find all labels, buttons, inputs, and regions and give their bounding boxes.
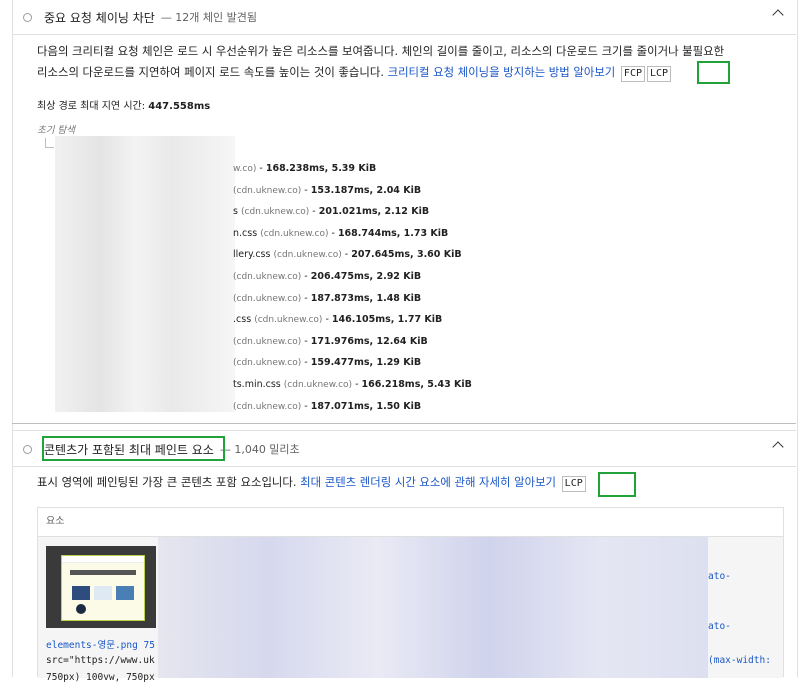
desc-line2: 리소스의 다운로드를 지연하여 페이지 로드 속도를 높이는 것이 좋습니다. — [37, 65, 388, 79]
chain-resource-name: n.css — [233, 227, 258, 239]
blurred-urls — [55, 136, 235, 412]
desc-text: 표시 영역에 페인팅된 가장 큰 콘텐츠 포함 요소입니다. — [37, 475, 301, 489]
code-fragment: ato- — [708, 571, 731, 582]
code-line: src="https://www.uk — [46, 655, 155, 666]
divider — [12, 423, 796, 424]
chain-item: (cdn.uknew.co) - 206.475ms, 2.92 KiB — [233, 271, 422, 282]
max-latency: 최상 경로 최대 지연 시간: 447.558ms — [37, 97, 210, 112]
chain-resource-name: ts.min.css — [233, 379, 281, 390]
chain-host: (cdn.uknew.co) — [233, 185, 302, 196]
divider — [12, 466, 796, 467]
divider — [12, 34, 796, 35]
chain-host: (cdn.uknew.co) — [283, 380, 353, 390]
chain-host: (cdn.uknew.co) — [233, 272, 302, 282]
element-table: 요소 ato- ato- (max-width: elements-영문.png… — [37, 507, 784, 683]
chain-resource-name: llery.css — [233, 249, 271, 261]
audit-description: 표시 영역에 페인팅된 가장 큰 콘텐츠 포함 요소입니다. 최대 콘텐츠 렌더… — [37, 472, 797, 493]
chain-host: (cdn.uknew.co) — [273, 250, 342, 261]
chain-item: (cdn.uknew.co) - 171.976ms, 12.64 KiB — [233, 335, 428, 347]
audit-display-value: — 1,040 밀리초 — [219, 443, 300, 456]
chain-stat: 187.873ms, 1.48 KiB — [310, 292, 422, 304]
chain-stat: 168.238ms, 5.39 KiB — [265, 163, 377, 174]
chain-item: .css (cdn.uknew.co) - 146.105ms, 1.77 Ki… — [233, 314, 443, 326]
chain-item: s (cdn.uknew.co) - 201.021ms, 2.12 KiB — [233, 206, 430, 218]
chain-item: n.css (cdn.uknew.co) - 168.744ms, 1.73 K… — [233, 227, 449, 239]
chain-stat: 168.744ms, 1.73 KiB — [337, 227, 449, 239]
chain-stat: 159.477ms, 1.29 KiB — [310, 357, 422, 369]
status-circle-icon — [23, 444, 32, 454]
tree-connector — [45, 138, 54, 148]
table-header: 요소 — [38, 508, 783, 537]
chain-stat: 146.105ms, 1.77 KiB — [331, 314, 443, 326]
chain-host: (cdn.uknew.co) — [240, 207, 310, 218]
chain-host: (cdn.uknew.co) — [260, 228, 329, 239]
blurred-code — [158, 537, 708, 678]
chain-stat: 206.475ms, 2.92 KiB — [310, 271, 422, 282]
lcp-chip: LCP — [561, 476, 586, 492]
chain-item: (cdn.uknew.co) - 187.873ms, 1.48 KiB — [233, 292, 422, 304]
chain-host: (cdn.uknew.co) — [254, 315, 323, 326]
learn-more-link[interactable]: 크리티컬 요청 체이닝을 방지하는 방법 알아보기 — [388, 65, 616, 79]
chain-host: w.co) — [233, 164, 257, 174]
chain-item: (cdn.uknew.co) - 159.477ms, 1.29 KiB — [233, 357, 422, 369]
chevron-up-icon[interactable] — [772, 441, 784, 453]
highlight-box — [42, 436, 225, 461]
latency-value: 447.558ms — [148, 101, 211, 112]
chain-item: (cdn.uknew.co) - 187.071ms, 1.50 KiB — [233, 400, 422, 412]
audit-title: 중요 요청 체이닝 차단 — [44, 10, 155, 25]
table-row[interactable]: ato- ato- (max-width: elements-영문.png 75… — [38, 537, 783, 683]
code-line: elements-영문.png 75 — [46, 640, 155, 651]
desc-line1: 다음의 크리티컬 요청 체인은 로드 시 우선순위가 높은 리소스를 보여줍니다… — [37, 44, 725, 58]
chain-stat: 166.218ms, 5.43 KiB — [361, 379, 472, 390]
chain-stat: 201.021ms, 2.12 KiB — [318, 206, 430, 218]
chain-host: (cdn.uknew.co) — [233, 336, 302, 347]
chevron-up-icon[interactable] — [772, 9, 784, 21]
learn-more-link[interactable]: 최대 콘텐츠 렌더링 시간 요소에 관해 자세히 알아보기 — [300, 475, 556, 489]
code-fragment: (max-width: — [708, 655, 771, 666]
chain-host: (cdn.uknew.co) — [233, 401, 302, 412]
highlight-box — [697, 61, 730, 84]
highlight-box — [598, 472, 636, 497]
code-line: 750px) 100vw, 750px — [46, 672, 155, 683]
chain-item: ts.min.css (cdn.uknew.co) - 166.218ms, 5… — [233, 379, 472, 390]
element-thumbnail — [46, 546, 156, 628]
code-fragment: ato- — [708, 621, 731, 632]
status-circle-icon — [23, 12, 32, 22]
audit-display-value: — 12개 체인 발견됨 — [160, 11, 258, 24]
chain-host: (cdn.uknew.co) — [233, 293, 302, 304]
lcp-chip: LCP — [646, 66, 672, 82]
divider — [12, 430, 796, 431]
chain-item: w.co) - 168.238ms, 5.39 KiB — [233, 163, 377, 174]
fcp-chip: FCP — [620, 66, 645, 82]
audit-critical-chains-header[interactable]: 중요 요청 체이닝 차단 — 12개 체인 발견됨 — [12, 0, 796, 34]
chain-stat: 207.645ms, 3.60 KiB — [351, 249, 462, 261]
audit-description: 다음의 크리티컬 요청 체인은 로드 시 우선순위가 높은 리소스를 보여줍니다… — [37, 41, 797, 83]
chain-stat: 171.976ms, 12.64 KiB — [310, 335, 428, 347]
chain-item: (cdn.uknew.co) - 153.187ms, 2.04 KiB — [233, 184, 422, 196]
chain-resource-name: .css — [233, 314, 252, 326]
chain-stat: 187.071ms, 1.50 KiB — [310, 400, 422, 412]
latency-label: 최상 경로 최대 지연 시간: — [37, 101, 149, 112]
chain-item: llery.css (cdn.uknew.co) - 207.645ms, 3.… — [233, 249, 462, 261]
chain-stat: 153.187ms, 2.04 KiB — [310, 184, 422, 196]
initial-navigation: 초기 탐색 — [37, 125, 75, 136]
chain-resource-name: s — [233, 206, 238, 218]
chain-host: (cdn.uknew.co) — [233, 358, 302, 369]
